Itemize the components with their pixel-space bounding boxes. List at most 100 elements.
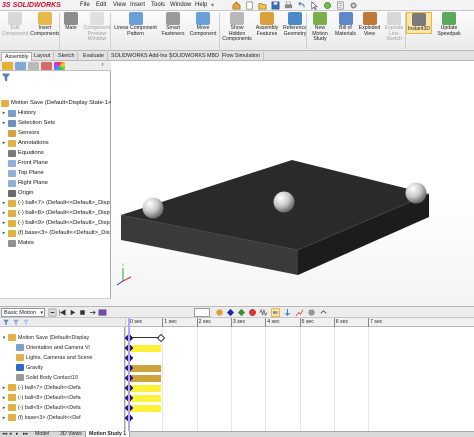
stop-icon[interactable] [78, 308, 87, 317]
ribbon-button-mate[interactable]: Mate [61, 12, 81, 32]
motion-tree-root[interactable]: ▾ Motion Save (Default<Display [0, 333, 89, 342]
tab-assembly[interactable]: Assembly [1, 52, 33, 61]
ribbon-button-exploded-view[interactable]: Exploded View [357, 12, 382, 37]
tab-scroll-arrow-icon[interactable]: ▸ [16, 431, 19, 437]
solidworks-logo[interactable]: 3S SOLIDWORKS [2, 1, 61, 10]
playback-speed-select[interactable] [194, 308, 210, 317]
menu-view[interactable]: View [113, 2, 126, 8]
menu-edit[interactable]: Edit [96, 2, 106, 8]
play-from-start-icon[interactable] [58, 308, 67, 317]
tab-sketch[interactable]: Sketch [55, 52, 79, 61]
ribbon-button-bom[interactable]: Bill of Materials [334, 12, 357, 37]
motion-study-properties-icon[interactable] [307, 308, 316, 317]
expand-arrow-icon[interactable]: ▸ [0, 110, 8, 116]
dimxpert-tab-icon[interactable] [41, 62, 52, 70]
feature-tree-item[interactable]: ▸ (-) ball<9> (Default<<Default>_Disp [0, 218, 110, 228]
ribbon-button-preview-window[interactable]: Component Preview Window [83, 12, 111, 43]
motion-tree-item[interactable]: Solid Body Contact10 [8, 373, 78, 382]
calculate-icon[interactable] [48, 308, 57, 317]
ball-7[interactable] [142, 197, 164, 219]
configurationmanager-tab-icon[interactable] [28, 62, 39, 70]
motion-tree-item[interactable]: ▸ (-) ball<7> (Default<<Defa [0, 383, 81, 392]
feature-tree-item[interactable]: ▸ Selection Sets [0, 118, 55, 128]
feature-tree-scrollbar[interactable] [0, 298, 111, 306]
expand-arrow-icon[interactable]: ▸ [0, 140, 8, 146]
expand-arrow-icon[interactable]: ▸ [0, 415, 8, 421]
display-manager-tab-icon[interactable] [54, 62, 65, 70]
new-document-icon[interactable] [245, 1, 254, 10]
open-folder-icon[interactable] [258, 1, 267, 10]
menu-insert[interactable]: Insert [130, 2, 145, 8]
feature-tree-item[interactable]: Sensors [0, 128, 39, 138]
feature-tree-item[interactable]: ▸ Annotations [0, 138, 49, 148]
feature-tree-item[interactable]: Front Plane [0, 158, 48, 168]
study-type-select[interactable]: Basic Motion ▾ [1, 308, 45, 317]
motion-tree-item[interactable]: Lights, Cameras and Scene [8, 353, 93, 362]
feature-tree-root[interactable]: Motion Save (Default<Display State-1>) [0, 98, 113, 108]
ribbon-button-move-component[interactable]: Move Component [188, 12, 218, 37]
filter-selected-icon[interactable] [22, 319, 30, 326]
expand-arrow-icon[interactable]: ▸ [0, 230, 8, 236]
feature-tree-item[interactable]: ▸ (-) ball<7> (Default<<Default>_Disp [0, 198, 110, 208]
ribbon-button-linear-pattern[interactable]: Linear Component Pattern [113, 12, 158, 37]
ribbon-button-explode-line-sketch[interactable]: Explode Line Sketch [383, 12, 405, 43]
filter-icon[interactable] [1, 73, 11, 82]
tab-scroll-arrow-icon[interactable]: ◂ [9, 431, 12, 437]
current-time-bar[interactable] [128, 318, 130, 431]
graphics-area[interactable]: Y [111, 61, 474, 306]
menu-tools[interactable]: Tools [151, 2, 165, 8]
results-and-plots-icon[interactable] [295, 308, 304, 317]
feature-tree-item[interactable]: ▸ (f) base<3> (Default<<Default>_Dis [0, 228, 110, 238]
filter-driving-icon[interactable] [12, 319, 20, 326]
expand-arrow-icon[interactable]: ▸ [0, 405, 8, 411]
document-tab-3d-views[interactable]: 3D Views [57, 431, 85, 437]
gravity-track-bar[interactable] [129, 365, 161, 372]
orientation-track-bar[interactable] [129, 345, 161, 352]
tab-layout[interactable]: Layout [31, 52, 55, 61]
tab-scroll-arrow-icon[interactable]: ▸▸ [23, 431, 28, 437]
expand-arrow-icon[interactable]: ▸ [0, 220, 8, 226]
home-icon[interactable] [232, 1, 241, 10]
panel-collapse-arrow-icon[interactable]: › [98, 62, 107, 70]
select-arrow-icon[interactable] [310, 1, 319, 10]
pin-icon[interactable]: ✦ [210, 2, 215, 9]
collapse-motion-manager-icon[interactable] [319, 308, 328, 317]
feature-tree-item[interactable]: Origin [0, 188, 33, 198]
expand-arrow-icon[interactable]: ▸ [0, 210, 8, 216]
document-tab-motion-study-1[interactable]: Motion Study 1 [85, 431, 131, 437]
menu-window[interactable]: Window [170, 2, 191, 8]
propertymanager-tab-icon[interactable] [15, 62, 26, 70]
ball9-track-bar[interactable] [129, 405, 161, 412]
expand-arrow-icon[interactable]: ▸ [0, 385, 8, 391]
motion-tree-item[interactable]: Orientation and Camera Vi [8, 343, 90, 352]
ribbon-button-assembly-features[interactable]: Assembly Features [254, 12, 280, 37]
model-viewport[interactable]: Y [111, 61, 474, 306]
collapse-arrow-icon[interactable]: ▾ [0, 335, 8, 341]
ribbon-button-insert-components[interactable]: Insert Components [30, 12, 60, 37]
ribbon-button-reference-geometry[interactable]: Reference Geometry [281, 12, 309, 37]
expand-arrow-icon[interactable]: ▸ [0, 120, 8, 126]
save-icon[interactable] [271, 1, 280, 10]
motion-tree-item[interactable]: ▸ (-) ball<9> (Default<<Defa [0, 403, 81, 412]
print-icon[interactable] [284, 1, 293, 10]
motion-tree-item[interactable]: ▸ (f) base<3> (Default<<Def [0, 413, 81, 422]
feature-tree-item[interactable]: Top Plane [0, 168, 44, 178]
ball-8[interactable] [273, 191, 295, 213]
feature-tree-item[interactable]: Equations [0, 148, 44, 158]
featuremanager-tab-icon[interactable] [2, 62, 13, 70]
document-tab-model[interactable]: Model [32, 431, 52, 437]
options-gear-icon[interactable] [349, 1, 358, 10]
menu-file[interactable]: File [80, 2, 90, 8]
playback-mode-icon[interactable] [88, 308, 97, 317]
tab-evaluate[interactable]: Evaluate [80, 52, 108, 61]
feature-tree-item[interactable]: Mates [0, 238, 34, 248]
feature-tree-item[interactable]: ▸ (-) ball<8> (Default<<Default>_Disp [0, 208, 110, 218]
feature-tree-item[interactable]: Right Plane [0, 178, 48, 188]
ribbon-button-smart-fasteners[interactable]: Smart Fasteners [160, 12, 186, 37]
tab-solidworks-add-ins[interactable]: SOLIDWORKS Add-Ins [108, 52, 172, 61]
save-animation-icon[interactable] [98, 308, 107, 317]
feature-tree-item[interactable]: ▸ History [0, 108, 36, 118]
contact-track-bar[interactable] [129, 375, 161, 382]
spring-icon[interactable] [259, 308, 268, 317]
filter-animated-icon[interactable] [2, 319, 10, 326]
